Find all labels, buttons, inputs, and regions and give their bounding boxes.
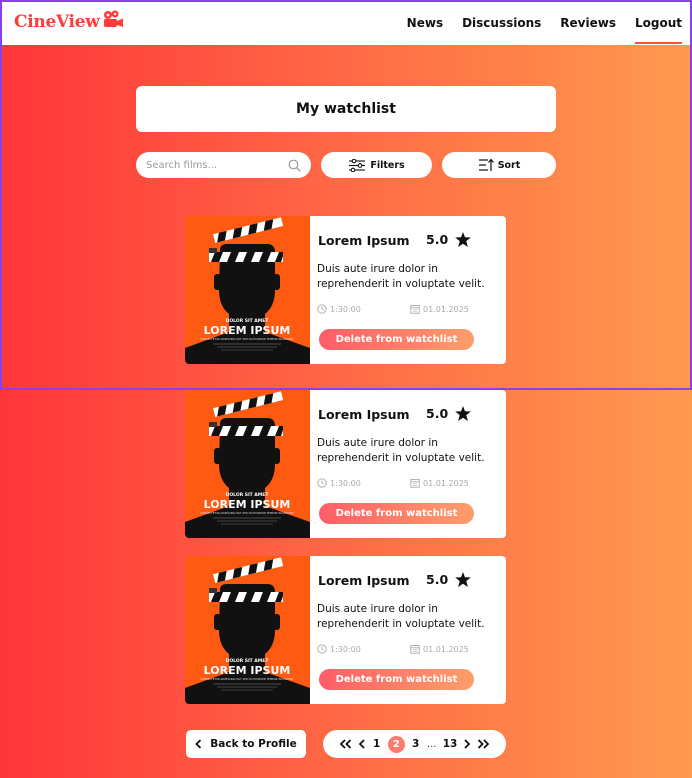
movie-title[interactable]: Lorem Ipsum [318,573,410,588]
page-button[interactable]: 13 [443,738,458,750]
star-icon [455,572,471,587]
search-box [136,152,311,178]
movie-poster[interactable]: DOLOR SIT AMET LOREM IPSUM CONSECTETUR A… [185,216,310,364]
release-date: 01.01.2025 [410,478,469,488]
poster-art: DOLOR SIT AMET LOREM IPSUM CONSECTETUR A… [185,556,310,704]
release-date: 01.01.2025 [410,644,469,654]
rating: 5.0 [426,232,471,247]
first-page-icon[interactable] [339,739,352,749]
nav-discussions[interactable]: Discussions [462,16,541,30]
back-label: Back to Profile [210,738,297,750]
rating: 5.0 [426,406,471,421]
page-title: My watchlist [136,86,556,132]
page-button-current[interactable]: 2 [387,735,405,753]
poster-art: DOLOR SIT AMET LOREM IPSUM CONSECTETUR A… [185,390,310,538]
poster-big-text: LOREM IPSUM [204,324,291,337]
calendar-icon [410,479,420,488]
rating-value: 5.0 [426,232,449,247]
poster-art: DOLOR SIT AMET LOREM IPSUM CONSECTETUR A… [185,216,310,364]
movie-poster[interactable]: DOLOR SIT AMET LOREM IPSUM CONSECTETUR A… [185,390,310,538]
date-text: 01.01.2025 [423,644,469,654]
sort-label: Sort [497,159,521,171]
clock-icon [317,478,327,488]
calendar-icon [410,645,420,654]
duration: 1:30:00 [317,644,361,654]
duration-text: 1:30:00 [330,478,361,488]
movie-description: Duis aute irure dolor in reprehenderit i… [317,263,485,290]
delete-from-watchlist-button[interactable]: Delete from watchlist [319,503,474,524]
nav-news[interactable]: News [407,16,443,30]
logo-text: CineView [14,12,100,32]
nav-reviews[interactable]: Reviews [560,16,616,30]
page-ellipsis: ... [426,738,437,750]
rating-value: 5.0 [426,406,449,421]
search-icon[interactable] [288,159,301,172]
next-page-icon[interactable] [463,739,471,749]
page-button[interactable]: 3 [411,738,421,750]
delete-from-watchlist-button[interactable]: Delete from watchlist [319,329,474,350]
movie-description: Duis aute irure dolor in reprehenderit i… [317,437,485,464]
movie-description: Duis aute irure dolor in reprehenderit i… [317,603,485,630]
back-to-profile-button[interactable]: Back to Profile [186,730,306,758]
film-camera-icon [103,10,123,27]
sliders-icon [349,158,366,172]
last-page-icon[interactable] [477,739,490,749]
prev-page-icon[interactable] [358,739,366,749]
movie-title[interactable]: Lorem Ipsum [318,233,410,248]
poster-credits: CONSECTETUR ADIPISCING ELIT SED DO EIUSM… [200,511,294,515]
page-button[interactable]: 1 [372,738,382,750]
sort-icon [478,158,494,171]
date-text: 01.01.2025 [423,478,469,488]
movie-poster[interactable]: DOLOR SIT AMET LOREM IPSUM CONSECTETUR A… [185,556,310,704]
pagination: 1 2 3 ... 13 [323,730,506,758]
nav-logout[interactable]: Logout [634,16,683,44]
star-icon [455,406,471,421]
delete-from-watchlist-button[interactable]: Delete from watchlist [319,669,474,690]
sort-button[interactable]: Sort [442,152,556,178]
poster-credits: CONSECTETUR ADIPISCING ELIT SED DO EIUSM… [200,677,294,681]
star-icon [455,232,471,247]
duration-text: 1:30:00 [330,644,361,654]
movie-title[interactable]: Lorem Ipsum [318,407,410,422]
date-text: 01.01.2025 [423,304,469,314]
search-input[interactable] [146,159,288,171]
watchlist-card: DOLOR SIT AMET LOREM IPSUM CONSECTETUR A… [185,556,506,704]
chevron-left-icon [195,739,202,749]
main-nav: News Discussions Reviews Logout [388,16,683,44]
watchlist-card: DOLOR SIT AMET LOREM IPSUM CONSECTETUR A… [185,216,506,364]
rating: 5.0 [426,572,471,587]
filters-label: Filters [370,159,405,171]
top-header: CineView News Discussions Reviews Logout [0,0,692,45]
rating-value: 5.0 [426,572,449,587]
clock-icon [317,304,327,314]
duration-text: 1:30:00 [330,304,361,314]
duration: 1:30:00 [317,304,361,314]
poster-big-text: LOREM IPSUM [204,498,291,511]
release-date: 01.01.2025 [410,304,469,314]
poster-big-text: LOREM IPSUM [204,664,291,677]
page-background: CineView News Discussions Reviews Logout… [0,0,692,778]
duration: 1:30:00 [317,478,361,488]
filters-button[interactable]: Filters [321,152,432,178]
logo[interactable]: CineView [14,10,124,32]
watchlist-card: DOLOR SIT AMET LOREM IPSUM CONSECTETUR A… [185,390,506,538]
poster-credits: CONSECTETUR ADIPISCING ELIT SED DO EIUSM… [200,337,294,341]
calendar-icon [410,305,420,314]
clock-icon [317,644,327,654]
